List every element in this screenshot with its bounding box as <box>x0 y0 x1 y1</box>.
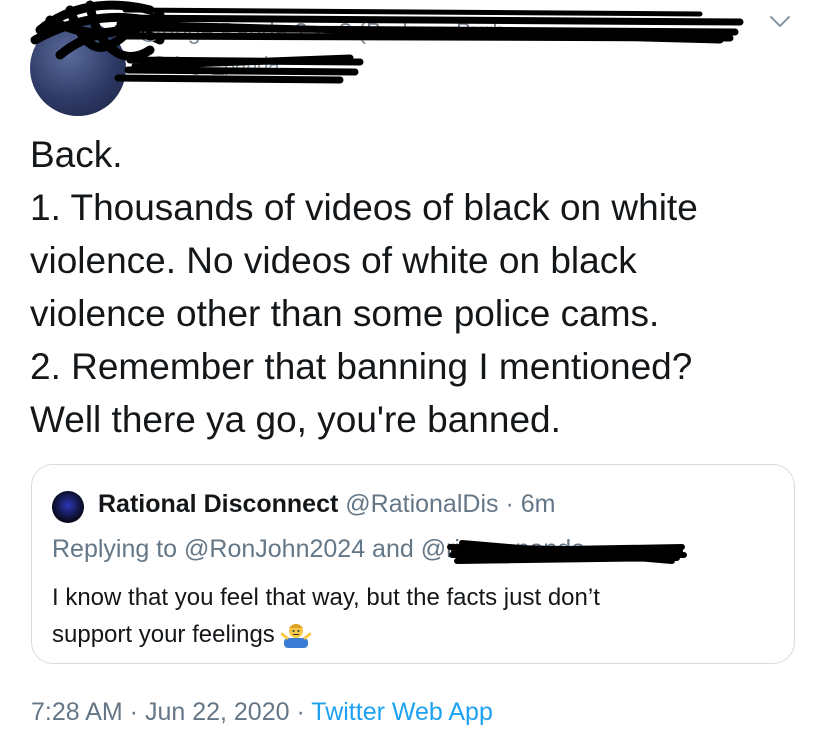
quoted-tweet-card[interactable]: Rational Disconnect @RationalDis · 6m Re… <box>31 464 795 664</box>
footer-separator: · <box>289 698 312 726</box>
quote-time: 6m <box>520 490 556 518</box>
reply-prefix: Replying to <box>52 535 185 563</box>
quote-author-handle: @RationalDis <box>345 490 499 518</box>
quote-author-name: Rational Disconnect <box>98 490 339 518</box>
chevron-down-icon[interactable] <box>768 12 792 30</box>
tweet-line: Well there ya go, you're banned. <box>30 399 561 440</box>
quote-replying-to: Replying to @RonJohn2024 and @ringe_pand… <box>52 535 585 564</box>
quote-text-line2: support your feelings <box>52 616 772 653</box>
tweet-line: violence. No videos of white on black <box>30 240 637 281</box>
quote-text-line: I know that you feel that way, but the f… <box>52 584 600 611</box>
quote-author-avatar <box>52 491 84 523</box>
reply-user-link[interactable]: @RonJohn2024 <box>184 535 365 563</box>
author-name[interactable]: @ringe Panda ? •••? (Barbara Burb... <box>138 18 525 45</box>
tweet-line: violence other than some police cams. <box>30 293 660 334</box>
tweet-time[interactable]: 7:28 AM <box>31 698 123 726</box>
tweet-line: 2. Remember that banning I mentioned? <box>30 346 693 387</box>
tweet-date[interactable]: Jun 22, 2020 <box>145 698 290 726</box>
tweet-source-app[interactable]: Twitter Web App <box>311 698 493 726</box>
tweet-timestamp-footer: 7:28 AM · Jun 22, 2020 · Twitter Web App <box>31 698 493 727</box>
tweet-line: Back. <box>30 134 123 175</box>
quote-text: I know that you feel that way, but the f… <box>52 579 772 653</box>
quote-text-line: support your feelings <box>52 621 275 648</box>
reply-redacted-user[interactable]: @ringe_panda <box>421 535 585 563</box>
reply-and: and <box>365 535 421 563</box>
person-shrugging-emoji <box>280 624 311 648</box>
tweet-line: 1. Thousands of videos of black on white <box>30 187 698 228</box>
author-handle[interactable]: @ringe_panda <box>148 54 280 77</box>
quote-separator: · <box>498 490 521 518</box>
tweet-text: Back. 1. Thousands of videos of black on… <box>30 128 790 446</box>
footer-separator: · <box>122 698 145 726</box>
quote-header: Rational Disconnect @RationalDis · 6m <box>98 490 555 519</box>
